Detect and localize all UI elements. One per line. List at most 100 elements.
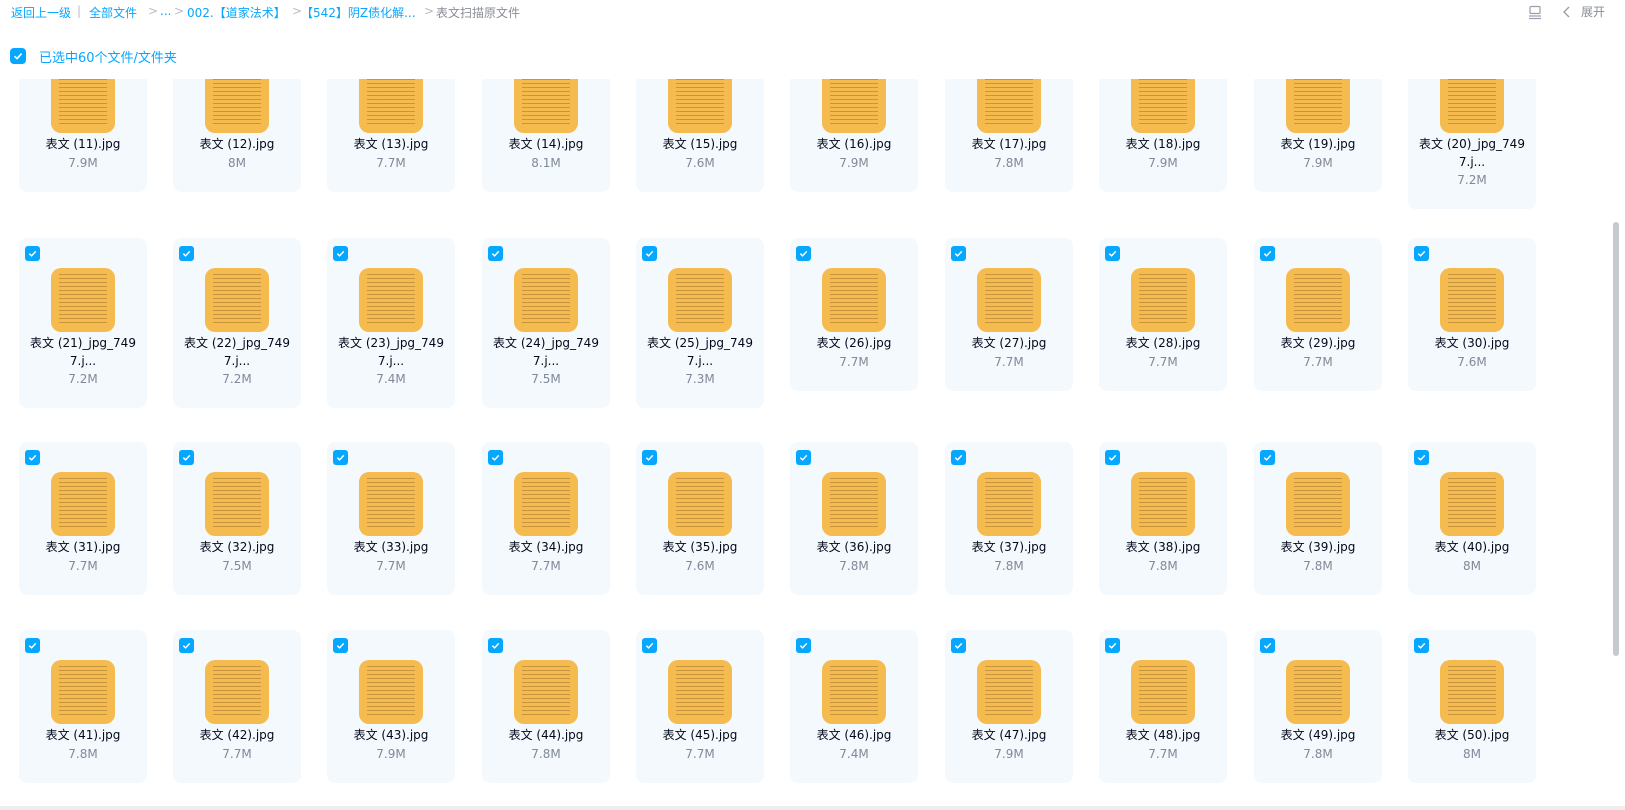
file-name[interactable]: 表文 (28).jpg: [1103, 334, 1223, 352]
image-thumbnail[interactable]: [977, 660, 1041, 724]
file-card[interactable]: 表文 (50).jpg 8M: [1408, 630, 1536, 783]
file-name[interactable]: 表文 (26).jpg: [794, 334, 914, 352]
file-name[interactable]: 表文 (42).jpg: [177, 726, 297, 744]
file-checkbox[interactable]: [488, 246, 503, 261]
file-checkbox[interactable]: [1414, 450, 1429, 465]
image-thumbnail[interactable]: [1440, 79, 1504, 133]
file-card[interactable]: 表文 (30).jpg 7.6M: [1408, 238, 1536, 391]
file-card[interactable]: 表文 (36).jpg 7.8M: [790, 442, 918, 595]
file-card[interactable]: 表文 (46).jpg 7.4M: [790, 630, 918, 783]
image-thumbnail[interactable]: [205, 268, 269, 332]
image-thumbnail[interactable]: [977, 268, 1041, 332]
file-card[interactable]: 表文 (47).jpg 7.9M: [945, 630, 1073, 783]
file-card[interactable]: 表文 (27).jpg 7.7M: [945, 238, 1073, 391]
file-name[interactable]: 表文 (20)_jpg_749 7.j...: [1412, 135, 1532, 171]
file-checkbox[interactable]: [333, 246, 348, 261]
file-checkbox[interactable]: [951, 246, 966, 261]
file-card[interactable]: 表文 (44).jpg 7.8M: [482, 630, 610, 783]
file-checkbox[interactable]: [796, 638, 811, 653]
expand-button[interactable]: 展开: [1559, 3, 1605, 20]
breadcrumb-root[interactable]: 全部文件: [89, 4, 137, 21]
file-name[interactable]: 表文 (37).jpg: [949, 538, 1069, 556]
image-thumbnail[interactable]: [668, 660, 732, 724]
file-name[interactable]: 表文 (40).jpg: [1412, 538, 1532, 556]
file-name[interactable]: 表文 (21)_jpg_749 7.j...: [23, 334, 143, 370]
file-card[interactable]: 表文 (34).jpg 7.7M: [482, 442, 610, 595]
file-checkbox[interactable]: [1105, 450, 1120, 465]
file-card[interactable]: 表文 (39).jpg 7.8M: [1254, 442, 1382, 595]
file-card[interactable]: 表文 (25)_jpg_749 7.j... 7.3M: [636, 238, 764, 408]
file-name[interactable]: 表文 (50).jpg: [1412, 726, 1532, 744]
file-card[interactable]: 表文 (23)_jpg_749 7.j... 7.4M: [327, 238, 455, 408]
file-card[interactable]: 表文 (38).jpg 7.8M: [1099, 442, 1227, 595]
file-checkbox[interactable]: [25, 450, 40, 465]
file-card[interactable]: 表文 (37).jpg 7.8M: [945, 442, 1073, 595]
image-thumbnail[interactable]: [514, 472, 578, 536]
image-thumbnail[interactable]: [205, 79, 269, 133]
image-thumbnail[interactable]: [1131, 660, 1195, 724]
image-thumbnail[interactable]: [1286, 660, 1350, 724]
file-checkbox[interactable]: [1260, 638, 1275, 653]
image-thumbnail[interactable]: [822, 472, 886, 536]
file-name[interactable]: 表文 (25)_jpg_749 7.j...: [640, 334, 760, 370]
file-card[interactable]: 表文 (15).jpg 7.6M: [636, 79, 764, 192]
image-thumbnail[interactable]: [822, 660, 886, 724]
breadcrumb-level2[interactable]: 【542】阴Z债化解...: [301, 4, 416, 21]
image-thumbnail[interactable]: [1440, 472, 1504, 536]
file-name[interactable]: 表文 (11).jpg: [23, 135, 143, 153]
file-name[interactable]: 表文 (36).jpg: [794, 538, 914, 556]
file-card[interactable]: 表文 (28).jpg 7.7M: [1099, 238, 1227, 391]
file-card[interactable]: 表文 (33).jpg 7.7M: [327, 442, 455, 595]
scrollbar[interactable]: [1613, 222, 1619, 656]
back-link[interactable]: 返回上一级: [11, 4, 71, 21]
image-thumbnail[interactable]: [514, 660, 578, 724]
file-name[interactable]: 表文 (49).jpg: [1258, 726, 1378, 744]
file-checkbox[interactable]: [1105, 638, 1120, 653]
file-name[interactable]: 表文 (16).jpg: [794, 135, 914, 153]
file-name[interactable]: 表文 (29).jpg: [1258, 334, 1378, 352]
image-thumbnail[interactable]: [205, 472, 269, 536]
file-name[interactable]: 表文 (18).jpg: [1103, 135, 1223, 153]
image-thumbnail[interactable]: [668, 268, 732, 332]
image-thumbnail[interactable]: [514, 79, 578, 133]
image-thumbnail[interactable]: [1286, 79, 1350, 133]
file-name[interactable]: 表文 (14).jpg: [486, 135, 606, 153]
file-checkbox[interactable]: [25, 246, 40, 261]
breadcrumb-ellipsis[interactable]: ...: [160, 4, 171, 18]
file-name[interactable]: 表文 (30).jpg: [1412, 334, 1532, 352]
select-all-checkbox[interactable]: [10, 48, 26, 64]
file-name[interactable]: 表文 (41).jpg: [23, 726, 143, 744]
file-name[interactable]: 表文 (12).jpg: [177, 135, 297, 153]
file-name[interactable]: 表文 (22)_jpg_749 7.j...: [177, 334, 297, 370]
image-thumbnail[interactable]: [1286, 472, 1350, 536]
file-card[interactable]: 表文 (35).jpg 7.6M: [636, 442, 764, 595]
file-card[interactable]: 表文 (41).jpg 7.8M: [19, 630, 147, 783]
image-thumbnail[interactable]: [514, 268, 578, 332]
file-card[interactable]: 表文 (19).jpg 7.9M: [1254, 79, 1382, 192]
file-checkbox[interactable]: [951, 450, 966, 465]
file-checkbox[interactable]: [179, 246, 194, 261]
file-checkbox[interactable]: [179, 638, 194, 653]
file-name[interactable]: 表文 (23)_jpg_749 7.j...: [331, 334, 451, 370]
file-card[interactable]: 表文 (43).jpg 7.9M: [327, 630, 455, 783]
file-name[interactable]: 表文 (24)_jpg_749 7.j...: [486, 334, 606, 370]
file-checkbox[interactable]: [179, 450, 194, 465]
image-thumbnail[interactable]: [51, 268, 115, 332]
image-thumbnail[interactable]: [822, 79, 886, 133]
file-card[interactable]: 表文 (45).jpg 7.7M: [636, 630, 764, 783]
image-thumbnail[interactable]: [359, 79, 423, 133]
file-checkbox[interactable]: [1260, 450, 1275, 465]
file-card[interactable]: 表文 (29).jpg 7.7M: [1254, 238, 1382, 391]
file-card[interactable]: 表文 (21)_jpg_749 7.j... 7.2M: [19, 238, 147, 408]
file-name[interactable]: 表文 (45).jpg: [640, 726, 760, 744]
image-thumbnail[interactable]: [822, 268, 886, 332]
image-thumbnail[interactable]: [1131, 472, 1195, 536]
image-thumbnail[interactable]: [977, 472, 1041, 536]
file-card[interactable]: 表文 (22)_jpg_749 7.j... 7.2M: [173, 238, 301, 408]
file-card[interactable]: 表文 (49).jpg 7.8M: [1254, 630, 1382, 783]
file-name[interactable]: 表文 (39).jpg: [1258, 538, 1378, 556]
file-checkbox[interactable]: [642, 246, 657, 261]
file-name[interactable]: 表文 (33).jpg: [331, 538, 451, 556]
file-card[interactable]: 表文 (24)_jpg_749 7.j... 7.5M: [482, 238, 610, 408]
image-thumbnail[interactable]: [977, 79, 1041, 133]
